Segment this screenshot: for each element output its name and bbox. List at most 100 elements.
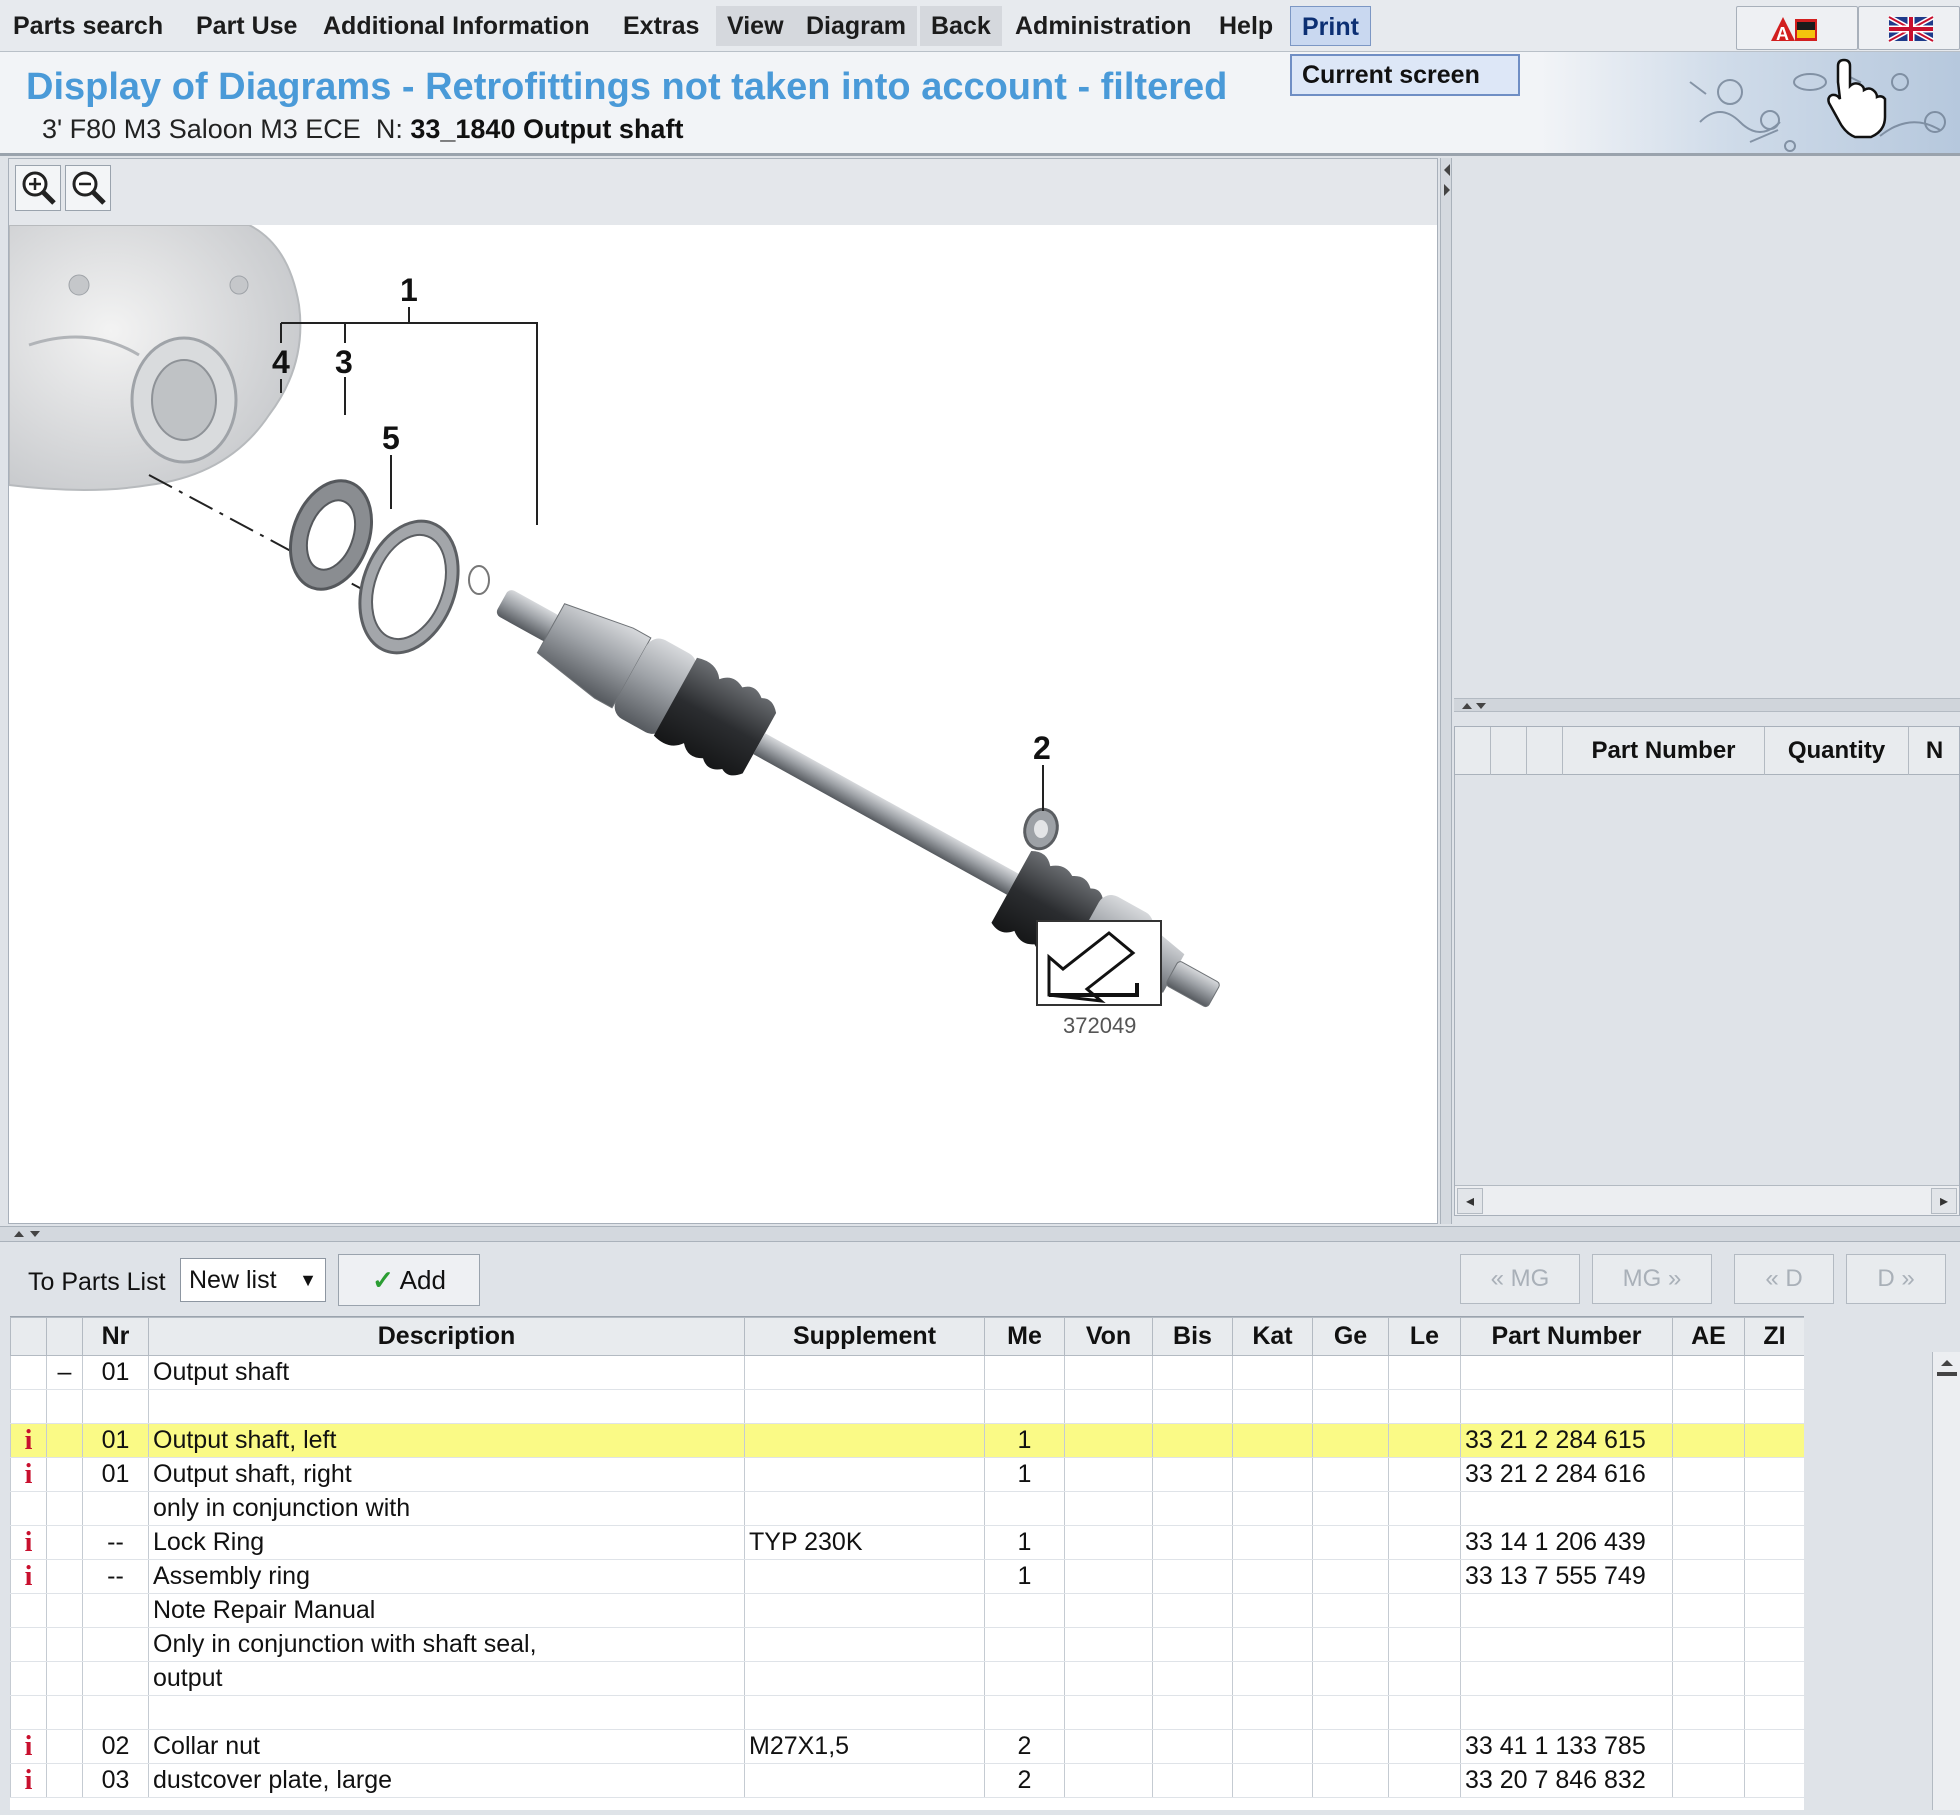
col-zi[interactable]: ZI — [1744, 1317, 1804, 1356]
table-row[interactable]: i 03 dustcover plate, large 2 33 20 7 846 83… — [10, 1763, 1804, 1798]
cell-part-number: 33 41 1 133 785 — [1460, 1729, 1673, 1764]
menu-administration[interactable]: Administration — [1004, 6, 1202, 46]
cell-bis — [1152, 1355, 1233, 1390]
col-ae[interactable]: AE — [1672, 1317, 1745, 1356]
scroll-right-icon[interactable]: ▸ — [1931, 1188, 1957, 1214]
cell-bis — [1152, 1491, 1233, 1526]
print-current-screen-item[interactable]: Current screen — [1290, 54, 1520, 96]
col-supplement[interactable]: Supplement — [744, 1317, 985, 1356]
menu-view[interactable]: View — [716, 6, 795, 46]
table-row[interactable] — [10, 1389, 1804, 1424]
col-kat[interactable]: Kat — [1232, 1317, 1313, 1356]
parts-list-select[interactable]: New list ▼ — [180, 1258, 326, 1302]
col-quantity[interactable]: Quantity — [1765, 727, 1909, 775]
cell-ge — [1312, 1661, 1389, 1696]
cell-zi — [1744, 1695, 1804, 1730]
diagram-toolbar — [9, 159, 1437, 225]
group-name: 33_1840 Output shaft — [410, 114, 684, 144]
cell-part-number — [1460, 1491, 1673, 1526]
col-description[interactable]: Description — [148, 1317, 745, 1356]
table-row[interactable]: i -- Assembly ring 1 33 13 7 555 749 — [10, 1559, 1804, 1594]
prev-diagram-button[interactable]: « D — [1734, 1254, 1834, 1304]
info-icon[interactable]: i — [10, 1525, 47, 1560]
table-row[interactable]: i 01 Output shaft, left 1 33 21 2 284 615 — [10, 1423, 1804, 1458]
zoom-in-button[interactable] — [15, 165, 61, 211]
table-row[interactable]: only in conjunction with — [10, 1491, 1804, 1526]
cell-supplement — [744, 1355, 985, 1390]
cell-supplement: TYP 230K — [744, 1525, 985, 1560]
cell-me: 1 — [984, 1559, 1065, 1594]
vertical-scrollbar[interactable] — [1932, 1352, 1960, 1810]
col-bis[interactable]: Bis — [1152, 1317, 1233, 1356]
cell-zi — [1744, 1627, 1804, 1662]
table-row[interactable]: output — [10, 1661, 1804, 1696]
expand-toggle — [46, 1729, 83, 1764]
header-parts-graphic — [1540, 52, 1960, 153]
horizontal-scrollbar[interactable]: ◂ ▸ — [1455, 1185, 1959, 1215]
cell-description — [148, 1389, 745, 1424]
vertical-splitter[interactable] — [1440, 158, 1452, 1224]
table-row[interactable]: i 02 Collar nut M27X1,5 2 33 41 1 133 785 — [10, 1729, 1804, 1764]
cell-ae — [1672, 1559, 1745, 1594]
parts-diagram[interactable]: 1 4 3 5 2 372049 — [9, 225, 1439, 1225]
col-le[interactable]: Le — [1388, 1317, 1461, 1356]
info-icon[interactable]: i — [10, 1763, 47, 1798]
callout-5[interactable]: 5 — [382, 420, 400, 456]
menu-print[interactable]: Print — [1290, 6, 1371, 46]
cell-description: Collar nut — [148, 1729, 745, 1764]
table-row[interactable]: Note Repair Manual — [10, 1593, 1804, 1628]
callout-4[interactable]: 4 — [272, 344, 290, 380]
splitter-arrows-icon — [14, 1231, 40, 1237]
col-n[interactable]: N — [1909, 727, 1960, 775]
language-de-button[interactable]: A — [1736, 6, 1858, 50]
col-nr[interactable]: Nr — [82, 1317, 149, 1356]
zoom-out-button[interactable] — [65, 165, 111, 211]
expand-toggle — [46, 1491, 83, 1526]
horizontal-splitter[interactable] — [0, 1226, 1960, 1242]
menu-diagram[interactable]: Diagram — [795, 6, 918, 46]
callout-3[interactable]: 3 — [335, 344, 353, 380]
cell-ge — [1312, 1355, 1389, 1390]
callout-2[interactable]: 2 — [1033, 730, 1051, 766]
language-en-button[interactable] — [1858, 6, 1960, 50]
menu-back[interactable]: Back — [920, 6, 1002, 46]
cell-bis — [1152, 1423, 1233, 1458]
next-diagram-button[interactable]: D » — [1846, 1254, 1946, 1304]
info-icon[interactable]: i — [10, 1559, 47, 1594]
group-prefix: N: — [375, 114, 403, 144]
cell-part-number — [1460, 1661, 1673, 1696]
menu-help[interactable]: Help — [1208, 6, 1284, 46]
cell-ae — [1672, 1695, 1745, 1730]
expand-toggle — [46, 1627, 83, 1662]
info-icon[interactable]: i — [10, 1457, 47, 1492]
col-ge[interactable]: Ge — [1312, 1317, 1389, 1356]
right-splitter[interactable] — [1454, 698, 1960, 712]
expand-toggle — [46, 1661, 83, 1696]
expand-toggle — [46, 1423, 83, 1458]
col-part-number[interactable]: Part Number — [1460, 1317, 1673, 1356]
cell-nr: -- — [82, 1525, 149, 1560]
menu-parts-search[interactable]: Parts search — [2, 6, 174, 46]
cell-part-number: 33 14 1 206 439 — [1460, 1525, 1673, 1560]
menu-additional-information[interactable]: Additional Information — [312, 6, 601, 46]
table-row[interactable]: i 01 Output shaft, right 1 33 21 2 284 616 — [10, 1457, 1804, 1492]
info-icon[interactable]: i — [10, 1729, 47, 1764]
scroll-left-icon[interactable]: ◂ — [1457, 1188, 1483, 1214]
col-part-number[interactable]: Part Number — [1563, 727, 1765, 775]
table-row[interactable] — [10, 1695, 1804, 1730]
table-row[interactable]: i -- Lock Ring TYP 230K 1 33 14 1 206 439 — [10, 1525, 1804, 1560]
table-row[interactable]: –01 Output shaft — [10, 1355, 1804, 1390]
selected-parts-header: Part Number Quantity N — [1455, 727, 1959, 775]
prev-main-group-button[interactable]: « MG — [1460, 1254, 1580, 1304]
expand-toggle[interactable]: – — [46, 1355, 83, 1390]
col-von[interactable]: Von — [1064, 1317, 1153, 1356]
table-row[interactable]: Only in conjunction with shaft seal, — [10, 1627, 1804, 1662]
menu-extras[interactable]: Extras — [612, 6, 710, 46]
col-me[interactable]: Me — [984, 1317, 1065, 1356]
callout-1[interactable]: 1 — [400, 272, 418, 308]
add-button[interactable]: ✓ Add — [338, 1254, 480, 1306]
next-main-group-button[interactable]: MG » — [1592, 1254, 1712, 1304]
menu-part-use[interactable]: Part Use — [185, 6, 308, 46]
info-icon[interactable]: i — [10, 1423, 47, 1458]
info-icon — [10, 1389, 47, 1424]
